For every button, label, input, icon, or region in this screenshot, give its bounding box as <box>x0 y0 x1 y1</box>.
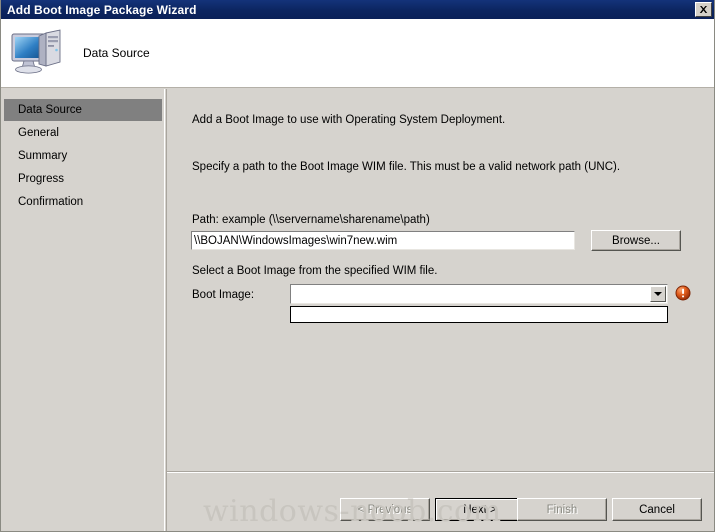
next-button[interactable]: Next > <box>435 498 525 521</box>
sidebar-item-data-source[interactable]: Data Source <box>4 99 162 121</box>
sidebar-item-label: Data Source <box>18 104 82 116</box>
select-bootimage-label: Select a Boot Image from the specified W… <box>192 265 438 277</box>
close-button[interactable] <box>695 2 712 17</box>
content-pane: Add a Boot Image to use with Operating S… <box>167 89 714 531</box>
error-icon[interactable] <box>675 285 691 301</box>
cancel-button[interactable]: Cancel <box>612 498 702 521</box>
sidebar-item-confirmation[interactable]: Confirmation <box>4 191 162 213</box>
path-input[interactable] <box>191 231 575 250</box>
close-icon <box>699 5 708 14</box>
bootimage-field-label: Boot Image: <box>192 289 255 301</box>
title-bar: Add Boot Image Package Wizard <box>1 0 714 19</box>
finish-button[interactable]: Finish <box>517 498 607 521</box>
wizard-footer: < Previous Next > Finish Cancel <box>167 473 714 531</box>
browse-button[interactable]: Browse... <box>591 230 681 251</box>
sidebar-item-label: Confirmation <box>18 196 84 208</box>
wizard-window: Add Boot Image Package Wizard Data Sourc… <box>0 0 715 532</box>
wizard-sidebar: Data Source General Summary Progress Con… <box>1 89 165 531</box>
intro-text-secondary: Specify a path to the Boot Image WIM fil… <box>192 161 621 173</box>
sidebar-item-label: General <box>18 127 59 139</box>
data-source-form: Add a Boot Image to use with Operating S… <box>167 89 714 471</box>
previous-button[interactable]: < Previous <box>340 498 430 521</box>
sidebar-item-label: Progress <box>18 173 65 185</box>
chevron-down-glyph <box>654 292 662 296</box>
sidebar-item-general[interactable]: General <box>4 122 162 144</box>
intro-text-primary: Add a Boot Image to use with Operating S… <box>192 114 506 126</box>
bootimage-combobox[interactable] <box>290 284 668 304</box>
window-title: Add Boot Image Package Wizard <box>7 2 197 17</box>
page-title: Data Source <box>83 46 150 60</box>
bootimage-dropdown-list[interactable] <box>290 306 668 323</box>
sidebar-item-label: Summary <box>18 150 68 162</box>
sidebar-item-progress[interactable]: Progress <box>4 168 162 190</box>
wizard-header: Data Source <box>1 19 714 88</box>
sidebar-item-summary[interactable]: Summary <box>4 145 162 167</box>
chevron-down-icon[interactable] <box>650 286 666 302</box>
computer-icon <box>9 28 67 78</box>
path-label: Path: example (\\servername\sharename\pa… <box>192 214 430 226</box>
